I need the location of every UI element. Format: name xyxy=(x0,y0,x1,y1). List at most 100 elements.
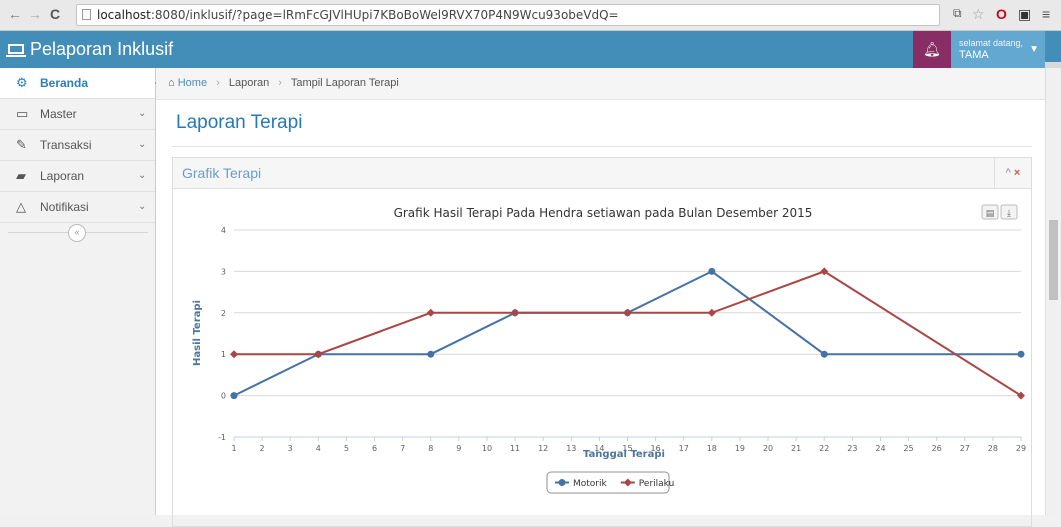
breadcrumb: ⌂ Home › Laporan › Tampil Laporan Terapi xyxy=(156,68,1045,100)
series-line-motorik xyxy=(233,270,1021,397)
chart-export-buttons: ▤ ⤓ xyxy=(981,204,1018,220)
widget-toolbar: ^ × xyxy=(994,158,1031,188)
sidebar-item-master[interactable]: ▭ Master ⌄ xyxy=(0,99,155,130)
browser-toolbar: ← → C localhost:8080/inklusif/?page=lRmF… xyxy=(0,0,1061,31)
data-point-perilaku xyxy=(623,308,632,317)
notification-button[interactable]: 🔔︎ xyxy=(913,31,951,68)
legend-item-perilaku: Perilaku xyxy=(639,479,675,489)
x-tick-label: 22 xyxy=(819,444,829,453)
main-content: ⌂ Home › Laporan › Tampil Laporan Terapi… xyxy=(156,68,1045,527)
x-tick-label: 21 xyxy=(791,444,801,453)
widget-header: Grafik Terapi ^ × xyxy=(173,158,1031,189)
x-tick-label: 19 xyxy=(735,444,745,453)
chart-legend: Motorik Perilaku xyxy=(546,471,675,494)
x-tick-label: 5 xyxy=(344,444,349,453)
collapse-button[interactable]: « xyxy=(68,224,86,242)
app-header: Pelaporan Inklusif 🔔︎ selamat datang, TA… xyxy=(0,31,1061,99)
x-tick-label: 25 xyxy=(903,444,913,453)
tachometer-icon: ⚙ xyxy=(16,75,28,90)
translate-icon[interactable]: ⧉ xyxy=(953,6,962,21)
opera-icon[interactable]: O xyxy=(996,6,1007,22)
data-point-perilaku xyxy=(230,350,238,359)
x-tick-label: 2 xyxy=(260,444,265,453)
x-tick-label: 7 xyxy=(400,444,405,453)
close-widget-icon[interactable]: × xyxy=(1014,167,1020,179)
sidebar-item-notifikasi[interactable]: △ Notifikasi ⌄ xyxy=(0,192,155,223)
brand[interactable]: Pelaporan Inklusif xyxy=(6,39,174,60)
brand-title: Pelaporan Inklusif xyxy=(30,39,174,59)
sidebar-collapse: « xyxy=(8,224,148,242)
bell-icon: 🔔︎ xyxy=(923,41,941,57)
x-tick-label: 6 xyxy=(372,444,377,453)
sidebar-item-label: Transaksi xyxy=(40,138,92,152)
y-tick-label: 0 xyxy=(221,392,226,401)
x-axis-label: Tanggal Terapi xyxy=(583,449,665,460)
x-tick-label: 12 xyxy=(538,444,548,453)
breadcrumb-laporan[interactable]: Laporan xyxy=(229,77,269,89)
x-tick-label: 24 xyxy=(875,444,885,453)
desktop-icon: ▭ xyxy=(16,106,29,121)
y-tick-label: 3 xyxy=(221,267,226,276)
data-point-perilaku xyxy=(314,350,323,359)
caret-down-icon: ▼ xyxy=(1029,44,1039,55)
widget-title: Grafik Terapi xyxy=(182,165,262,181)
y-tick-label: -1 xyxy=(218,433,226,442)
reload-icon[interactable]: C xyxy=(50,6,60,22)
laptop-icon xyxy=(6,44,26,57)
chevron-down-icon: ⌄ xyxy=(138,108,147,119)
data-point-motorik xyxy=(820,350,828,358)
sidebar-item-beranda[interactable]: ⚙ Beranda xyxy=(0,68,164,99)
x-tick-label: 11 xyxy=(510,444,520,453)
back-icon[interactable]: ← xyxy=(8,6,22,22)
breadcrumb-home[interactable]: Home xyxy=(178,77,207,89)
sidebar-item-transaksi[interactable]: ✎ Transaksi ⌄ xyxy=(0,130,155,161)
title-divider xyxy=(172,146,1032,147)
y-tick-label: 1 xyxy=(221,350,226,359)
chart-series xyxy=(230,267,1025,400)
x-tick-label: 27 xyxy=(960,444,970,453)
sidebar-item-laporan[interactable]: ▰ Laporan ⌄ xyxy=(0,161,155,192)
sidebar-item-label: Laporan xyxy=(40,169,85,183)
x-tick-label: 29 xyxy=(1016,444,1026,453)
page-scrollbar[interactable] xyxy=(1045,68,1061,515)
download-icon: ⤓ xyxy=(1007,209,1011,219)
data-point-perilaku xyxy=(511,308,520,317)
chevron-down-icon: ⌄ xyxy=(138,201,147,212)
x-tick-label: 23 xyxy=(847,444,857,453)
scrollbar-thumb[interactable] xyxy=(1049,220,1058,300)
star-icon[interactable]: ☆ xyxy=(972,6,985,23)
sidebar-item-label: Master xyxy=(40,107,77,121)
page-icon xyxy=(82,9,91,20)
url-host: localhost xyxy=(97,8,151,22)
sidebar-item-label: Notifikasi xyxy=(40,200,89,214)
chart-grid xyxy=(234,229,1021,438)
bell-outline-icon: △ xyxy=(16,199,26,214)
data-point-motorik xyxy=(708,267,716,275)
collapse-widget-icon[interactable]: ^ xyxy=(1006,167,1011,179)
x-tick-label: 17 xyxy=(679,444,689,453)
forward-icon[interactable]: → xyxy=(28,6,42,22)
x-tick-label: 8 xyxy=(428,444,433,453)
user-menu[interactable]: selamat datang, TAMA ▼ xyxy=(951,31,1045,68)
edit-icon: ✎ xyxy=(16,137,27,152)
address-bar[interactable]: localhost:8080/inklusif/?page=lRmFcGJVlH… xyxy=(76,4,940,26)
breadcrumb-separator: › xyxy=(278,77,282,89)
page-title: Laporan Terapi xyxy=(176,112,303,133)
x-tick-label: 10 xyxy=(482,444,492,453)
chevron-down-icon: ⌄ xyxy=(138,170,147,181)
x-tick-label: 1 xyxy=(231,444,236,453)
line-chart: Grafik Hasil Terapi Pada Hendra setiawan… xyxy=(192,204,1026,494)
breadcrumb-current: Tampil Laporan Terapi xyxy=(290,77,399,89)
data-point-perilaku xyxy=(426,308,435,317)
data-point-motorik xyxy=(427,350,435,358)
extension-icon[interactable]: ▣ xyxy=(1018,6,1031,23)
print-icon: ▤ xyxy=(986,209,995,219)
chart-widget: Grafik Terapi ^ × Grafik Hasil Terapi Pa… xyxy=(172,157,1032,527)
legend-marker xyxy=(558,479,566,486)
data-point-motorik xyxy=(230,392,238,400)
chart-title: Grafik Hasil Terapi Pada Hendra setiawan… xyxy=(394,206,813,220)
x-tick-label: 28 xyxy=(988,444,998,453)
chevron-down-icon: ⌄ xyxy=(138,139,147,150)
y-tick-label: 4 xyxy=(221,226,226,235)
menu-icon[interactable]: ≡ xyxy=(1042,6,1050,22)
